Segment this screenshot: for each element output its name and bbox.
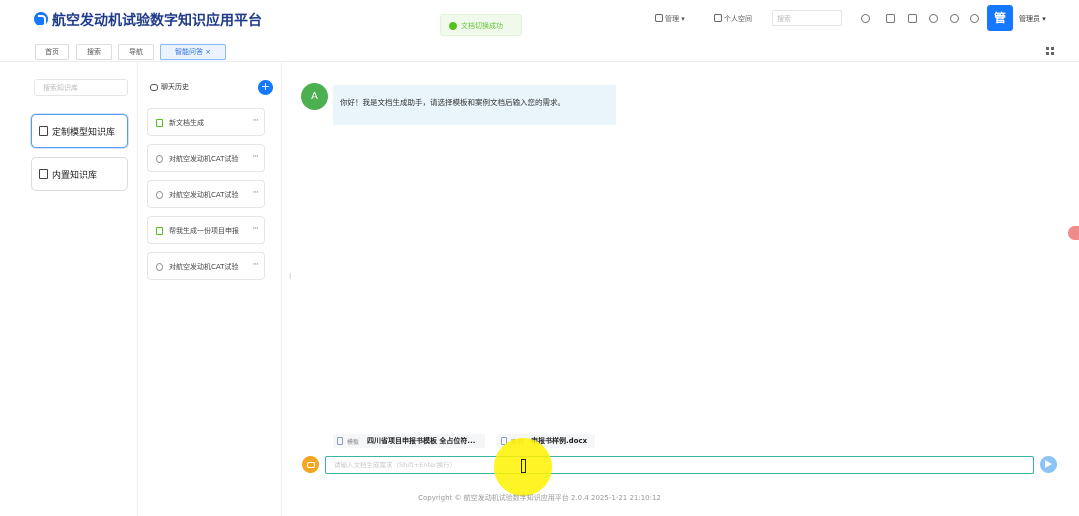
kb-item-custom-model[interactable]: 定制模型知识库 <box>31 114 128 148</box>
message-input[interactable] <box>325 456 1034 474</box>
history-item-label: 对航空发动机CAT试验 <box>169 191 239 199</box>
app-title: 航空发动机试验数字知识应用平台 <box>52 13 262 29</box>
chat-icon <box>156 155 163 163</box>
success-toast: 文档切换成功 <box>440 14 522 36</box>
personal-center-label: 个人空间 <box>724 15 752 23</box>
grid-menu-icon[interactable] <box>1046 47 1054 55</box>
history-item-label: 新文档生成 <box>169 119 204 127</box>
tab-bar: 首页 搜索 导航 智能问答 × <box>0 40 1079 62</box>
copyright-footer: Copyright © 航空发动机试验数字知识应用平台 2.0.4 2025-1… <box>418 494 661 502</box>
more-icon[interactable]: ··· <box>252 116 259 126</box>
history-title: 聊天历史 <box>161 83 189 91</box>
attachment-button[interactable] <box>302 456 319 473</box>
chat-bubble-icon <box>150 84 158 91</box>
attachment-name: 四川省项目申报书模板 全占位符... <box>367 437 476 445</box>
success-check-icon <box>449 22 457 30</box>
manage-menu-label: 管理 <box>665 15 679 23</box>
file-icon <box>337 437 343 445</box>
assistant-message-bubble: 你好！我是文档生成助手，请选择模板和案例文档后输入您的需求。 <box>333 85 616 125</box>
history-item-label: 帮我生成一份项目申报 <box>169 227 239 235</box>
history-item-label: 对航空发动机CAT试验 <box>169 155 239 163</box>
tab-smart-qa[interactable]: 智能问答 × <box>160 44 226 60</box>
history-item[interactable]: 对航空发动机CAT试验 ··· <box>147 252 265 280</box>
new-chat-button[interactable]: + <box>258 80 273 95</box>
tab-home[interactable]: 首页 <box>35 44 69 60</box>
app-header: 航空发动机试验数字知识应用平台 文档切换成功 管理 ▾ 个人空间 搜索 管 管理… <box>0 0 1079 40</box>
chat-history-panel: 聊天历史 + 新文档生成 ··· 对航空发动机CAT试验 ··· 对航空发动机C… <box>140 63 282 516</box>
send-button[interactable] <box>1040 456 1057 473</box>
fullscreen-icon[interactable] <box>886 14 895 23</box>
help-icon[interactable] <box>970 14 979 23</box>
kb-item-label: 内置知识库 <box>52 171 98 181</box>
chat-icon <box>156 263 163 271</box>
bell-icon[interactable] <box>929 14 938 23</box>
floating-tool-icon[interactable] <box>1068 226 1079 240</box>
more-icon[interactable]: ··· <box>252 188 259 198</box>
logo-icon <box>34 12 48 27</box>
document-icon <box>156 119 163 127</box>
font-size-icon[interactable] <box>908 14 917 23</box>
kb-search-input[interactable]: 搜索知识库 <box>34 79 128 96</box>
user-name: 管理员 <box>1019 15 1040 23</box>
tab-search[interactable]: 搜索 <box>76 44 112 60</box>
history-item[interactable]: 对航空发动机CAT试验 ··· <box>147 180 265 208</box>
assistant-greeting: 你好！我是文档生成助手，请选择模板和案例文档后输入您的需求。 <box>340 98 565 107</box>
header-search-input[interactable]: 搜索 <box>772 10 842 26</box>
attachment-tag: 模板 <box>347 439 360 446</box>
book-icon <box>39 169 48 179</box>
text-cursor-icon <box>521 459 526 473</box>
book-icon <box>39 126 48 136</box>
manage-menu[interactable]: 管理 ▾ <box>655 14 685 24</box>
user-icon <box>655 14 663 22</box>
more-icon[interactable]: ··· <box>252 152 259 162</box>
toast-message: 文档切换成功 <box>461 22 503 30</box>
more-icon[interactable]: ··· <box>252 224 259 234</box>
more-icon[interactable]: ··· <box>252 260 259 270</box>
personal-center-link[interactable]: 个人空间 <box>714 14 752 24</box>
tab-smart-qa-label: 智能问答 <box>174 48 203 56</box>
document-icon <box>156 227 163 235</box>
tab-navigation[interactable]: 导航 <box>118 44 154 60</box>
user-menu[interactable]: 管理员 ▾ <box>1019 14 1046 24</box>
history-item[interactable]: 新文档生成 ··· <box>147 108 265 136</box>
kb-item-builtin[interactable]: 内置知识库 <box>31 157 128 191</box>
chat-icon <box>156 191 163 199</box>
history-item[interactable]: 对航空发动机CAT试验 ··· <box>147 144 265 172</box>
knowledge-base-panel: 搜索知识库 定制模型知识库 内置知识库 <box>0 63 138 516</box>
kb-item-label: 定制模型知识库 <box>52 128 116 138</box>
search-icon[interactable] <box>861 14 870 23</box>
chat-area: A 你好！我是文档生成助手，请选择模板和案例文档后输入您的需求。 模板 四川省项… <box>283 63 1079 516</box>
template-attachment-chip[interactable]: 模板 四川省项目申报书模板 全占位符... <box>333 434 485 448</box>
github-icon[interactable] <box>950 14 959 23</box>
history-item-label: 对航空发动机CAT试验 <box>169 263 239 271</box>
assistant-avatar: A <box>301 83 328 110</box>
avatar[interactable]: 管 <box>987 5 1013 31</box>
history-item[interactable]: 帮我生成一份项目申报 ··· <box>147 216 265 244</box>
monitor-icon <box>714 14 722 22</box>
